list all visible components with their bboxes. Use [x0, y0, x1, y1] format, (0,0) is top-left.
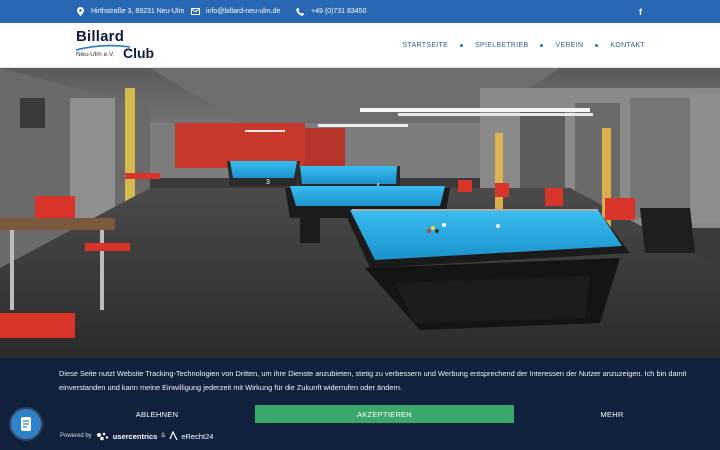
logo-word-club: Club	[123, 45, 155, 61]
fingerprint-icon	[21, 417, 31, 431]
email-item[interactable]: info@billard-neu-ulm.de	[190, 0, 280, 23]
map-pin-icon	[75, 7, 85, 17]
phone-icon	[295, 7, 305, 17]
powered-by-label: Powered by	[60, 433, 92, 439]
usercentrics-icon	[96, 432, 108, 440]
hero-image: 3 4	[0, 68, 720, 358]
nav-item-startseite[interactable]: STARTSEITE	[403, 42, 449, 49]
ampersand: &	[161, 433, 166, 439]
billiard-room-photo: 3 4	[0, 68, 720, 358]
address-text: Hirthstraße 3, 89231 Neu-Ulm	[91, 8, 185, 15]
nav-item-spielbetrieb[interactable]: SPIELBETRIEB	[475, 42, 528, 49]
nav-separator	[595, 44, 599, 47]
nav-item-verein[interactable]: VEREIN	[555, 42, 583, 49]
site-header: Billard Neu-Ulm e.V. Club STARTSEITE SPI…	[0, 23, 720, 68]
nav-item-kontakt[interactable]: KONTAKT	[610, 42, 645, 49]
logo-subtitle: Neu-Ulm e.V.	[76, 51, 115, 58]
email-link[interactable]: info@billard-neu-ulm.de	[206, 8, 280, 15]
nav-separator	[460, 44, 464, 47]
club-logo[interactable]: Billard Neu-Ulm e.V. Club	[75, 28, 155, 64]
erecht24-icon	[169, 431, 178, 441]
nav-separator	[540, 44, 544, 47]
cookie-consent-banner: Diese Seite nutzt Website Tracking-Techn…	[0, 358, 720, 450]
usercentrics-text: usercentrics	[112, 431, 158, 441]
usercentrics-logo[interactable]: usercentrics	[96, 431, 158, 441]
accept-button[interactable]: AKZEPTIEREN	[255, 405, 514, 423]
erecht24-logo[interactable]: eRecht24	[169, 431, 213, 441]
decline-button[interactable]: ABLEHNEN	[60, 405, 254, 423]
table-number-3: 3	[266, 179, 270, 186]
powered-by: Powered by usercentrics & eRecht24	[60, 429, 213, 443]
phone-item[interactable]: +49 (0)731 83450	[295, 0, 366, 23]
facebook-icon[interactable]: f	[639, 0, 642, 23]
logo-word-billard: Billard	[76, 28, 125, 45]
erecht24-text: eRecht24	[181, 431, 214, 441]
envelope-icon	[190, 7, 200, 17]
top-contact-bar: Hirthstraße 3, 89231 Neu-Ulm info@billar…	[0, 0, 720, 23]
main-navigation: STARTSEITE SPIELBETRIEB VEREIN KONTAKT	[403, 23, 645, 68]
more-button[interactable]: MEHR	[515, 405, 709, 423]
address-item: Hirthstraße 3, 89231 Neu-Ulm	[75, 0, 184, 23]
phone-link[interactable]: +49 (0)731 83450	[311, 8, 366, 15]
consent-text: Diese Seite nutzt Website Tracking-Techn…	[59, 369, 687, 392]
privacy-settings-button[interactable]	[11, 409, 41, 439]
